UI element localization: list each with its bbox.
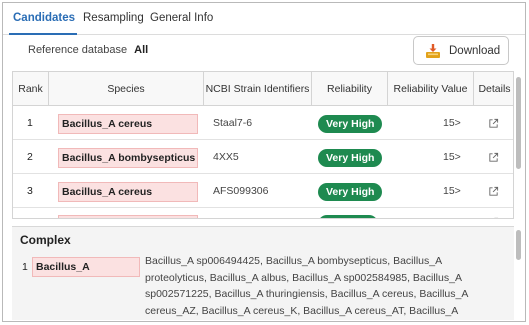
reliability-badge: Very High	[318, 149, 383, 167]
reference-database: Reference database All	[28, 44, 148, 56]
rank-cell: 1	[27, 117, 33, 129]
app-window: Candidates Resampling General Info Refer…	[2, 2, 526, 322]
complex-members: Bacillus_A sp006494425, Bacillus_A bomby…	[145, 255, 468, 317]
rank-cell: 4	[27, 215, 33, 218]
species-cell: Bacillus_A cereus	[58, 114, 198, 134]
reliability-badge: Very High	[318, 183, 383, 201]
ncbi-cell: Staal7-6	[213, 117, 253, 129]
ncbi-cell: AFS099306	[213, 185, 269, 197]
tab-resampling[interactable]: Resampling	[83, 12, 144, 24]
table-row[interactable]: 4	[13, 209, 513, 219]
table-row[interactable]: 1 Bacillus_A cereus Staal7-6 Very High 1…	[13, 107, 513, 140]
reliability-value-cell: 15>	[443, 185, 461, 197]
download-label: Download	[449, 45, 501, 57]
species-cell: Bacillus_A bombysepticus	[58, 148, 198, 168]
table-scrollbar[interactable]	[515, 71, 522, 219]
column-header-species[interactable]: Species	[49, 72, 204, 106]
download-tray-icon	[426, 44, 440, 58]
complex-rank: 1	[22, 261, 28, 273]
external-link-icon[interactable]	[488, 186, 499, 197]
table-header: Rank Species NCBI Strain Identifiers Rel…	[13, 72, 513, 106]
complex-scrollbar-thumb[interactable]	[516, 230, 521, 260]
rank-cell: 3	[27, 185, 33, 197]
species-cell: Bacillus_A cereus	[58, 182, 198, 202]
complex-scrollbar[interactable]	[515, 226, 522, 320]
species-cell	[58, 215, 198, 218]
tab-bar: Candidates Resampling General Info	[3, 3, 525, 35]
table-row[interactable]: 2 Bacillus_A bombysepticus 4XX5 Very Hig…	[13, 141, 513, 174]
active-tab-indicator	[9, 33, 77, 35]
reliability-value-cell: 15>	[443, 151, 461, 163]
table-scrollbar-thumb[interactable]	[516, 77, 521, 169]
complex-title: Complex	[20, 233, 71, 247]
reliability-value-cell: 15>	[443, 117, 461, 129]
download-button[interactable]: Download	[413, 36, 509, 65]
column-header-details[interactable]: Details	[474, 72, 513, 106]
ncbi-cell: 4XX5	[213, 151, 239, 163]
column-header-reliability-value[interactable]: Reliability Value	[388, 72, 474, 106]
external-link-icon[interactable]	[488, 217, 499, 219]
complex-panel: Complex 1 Bacillus_A Bacillus_A sp006494…	[12, 226, 514, 320]
column-header-rank[interactable]: Rank	[13, 72, 49, 106]
reliability-badge: Very High	[318, 115, 383, 133]
complex-species: Bacillus_A	[32, 257, 140, 277]
column-header-ncbi[interactable]: NCBI Strain Identifiers	[204, 72, 312, 106]
reliability-badge	[318, 215, 378, 218]
column-header-reliability[interactable]: Reliability	[312, 72, 388, 106]
candidates-table: Rank Species NCBI Strain Identifiers Rel…	[12, 71, 514, 219]
table-row[interactable]: 3 Bacillus_A cereus AFS099306 Very High …	[13, 175, 513, 208]
external-link-icon[interactable]	[488, 118, 499, 129]
tab-general-info[interactable]: General Info	[150, 12, 213, 24]
reference-database-label: Reference database	[28, 44, 128, 56]
reference-database-value: All	[134, 44, 149, 56]
external-link-icon[interactable]	[488, 152, 499, 163]
tab-candidates[interactable]: Candidates	[13, 12, 75, 24]
rank-cell: 2	[27, 151, 33, 163]
